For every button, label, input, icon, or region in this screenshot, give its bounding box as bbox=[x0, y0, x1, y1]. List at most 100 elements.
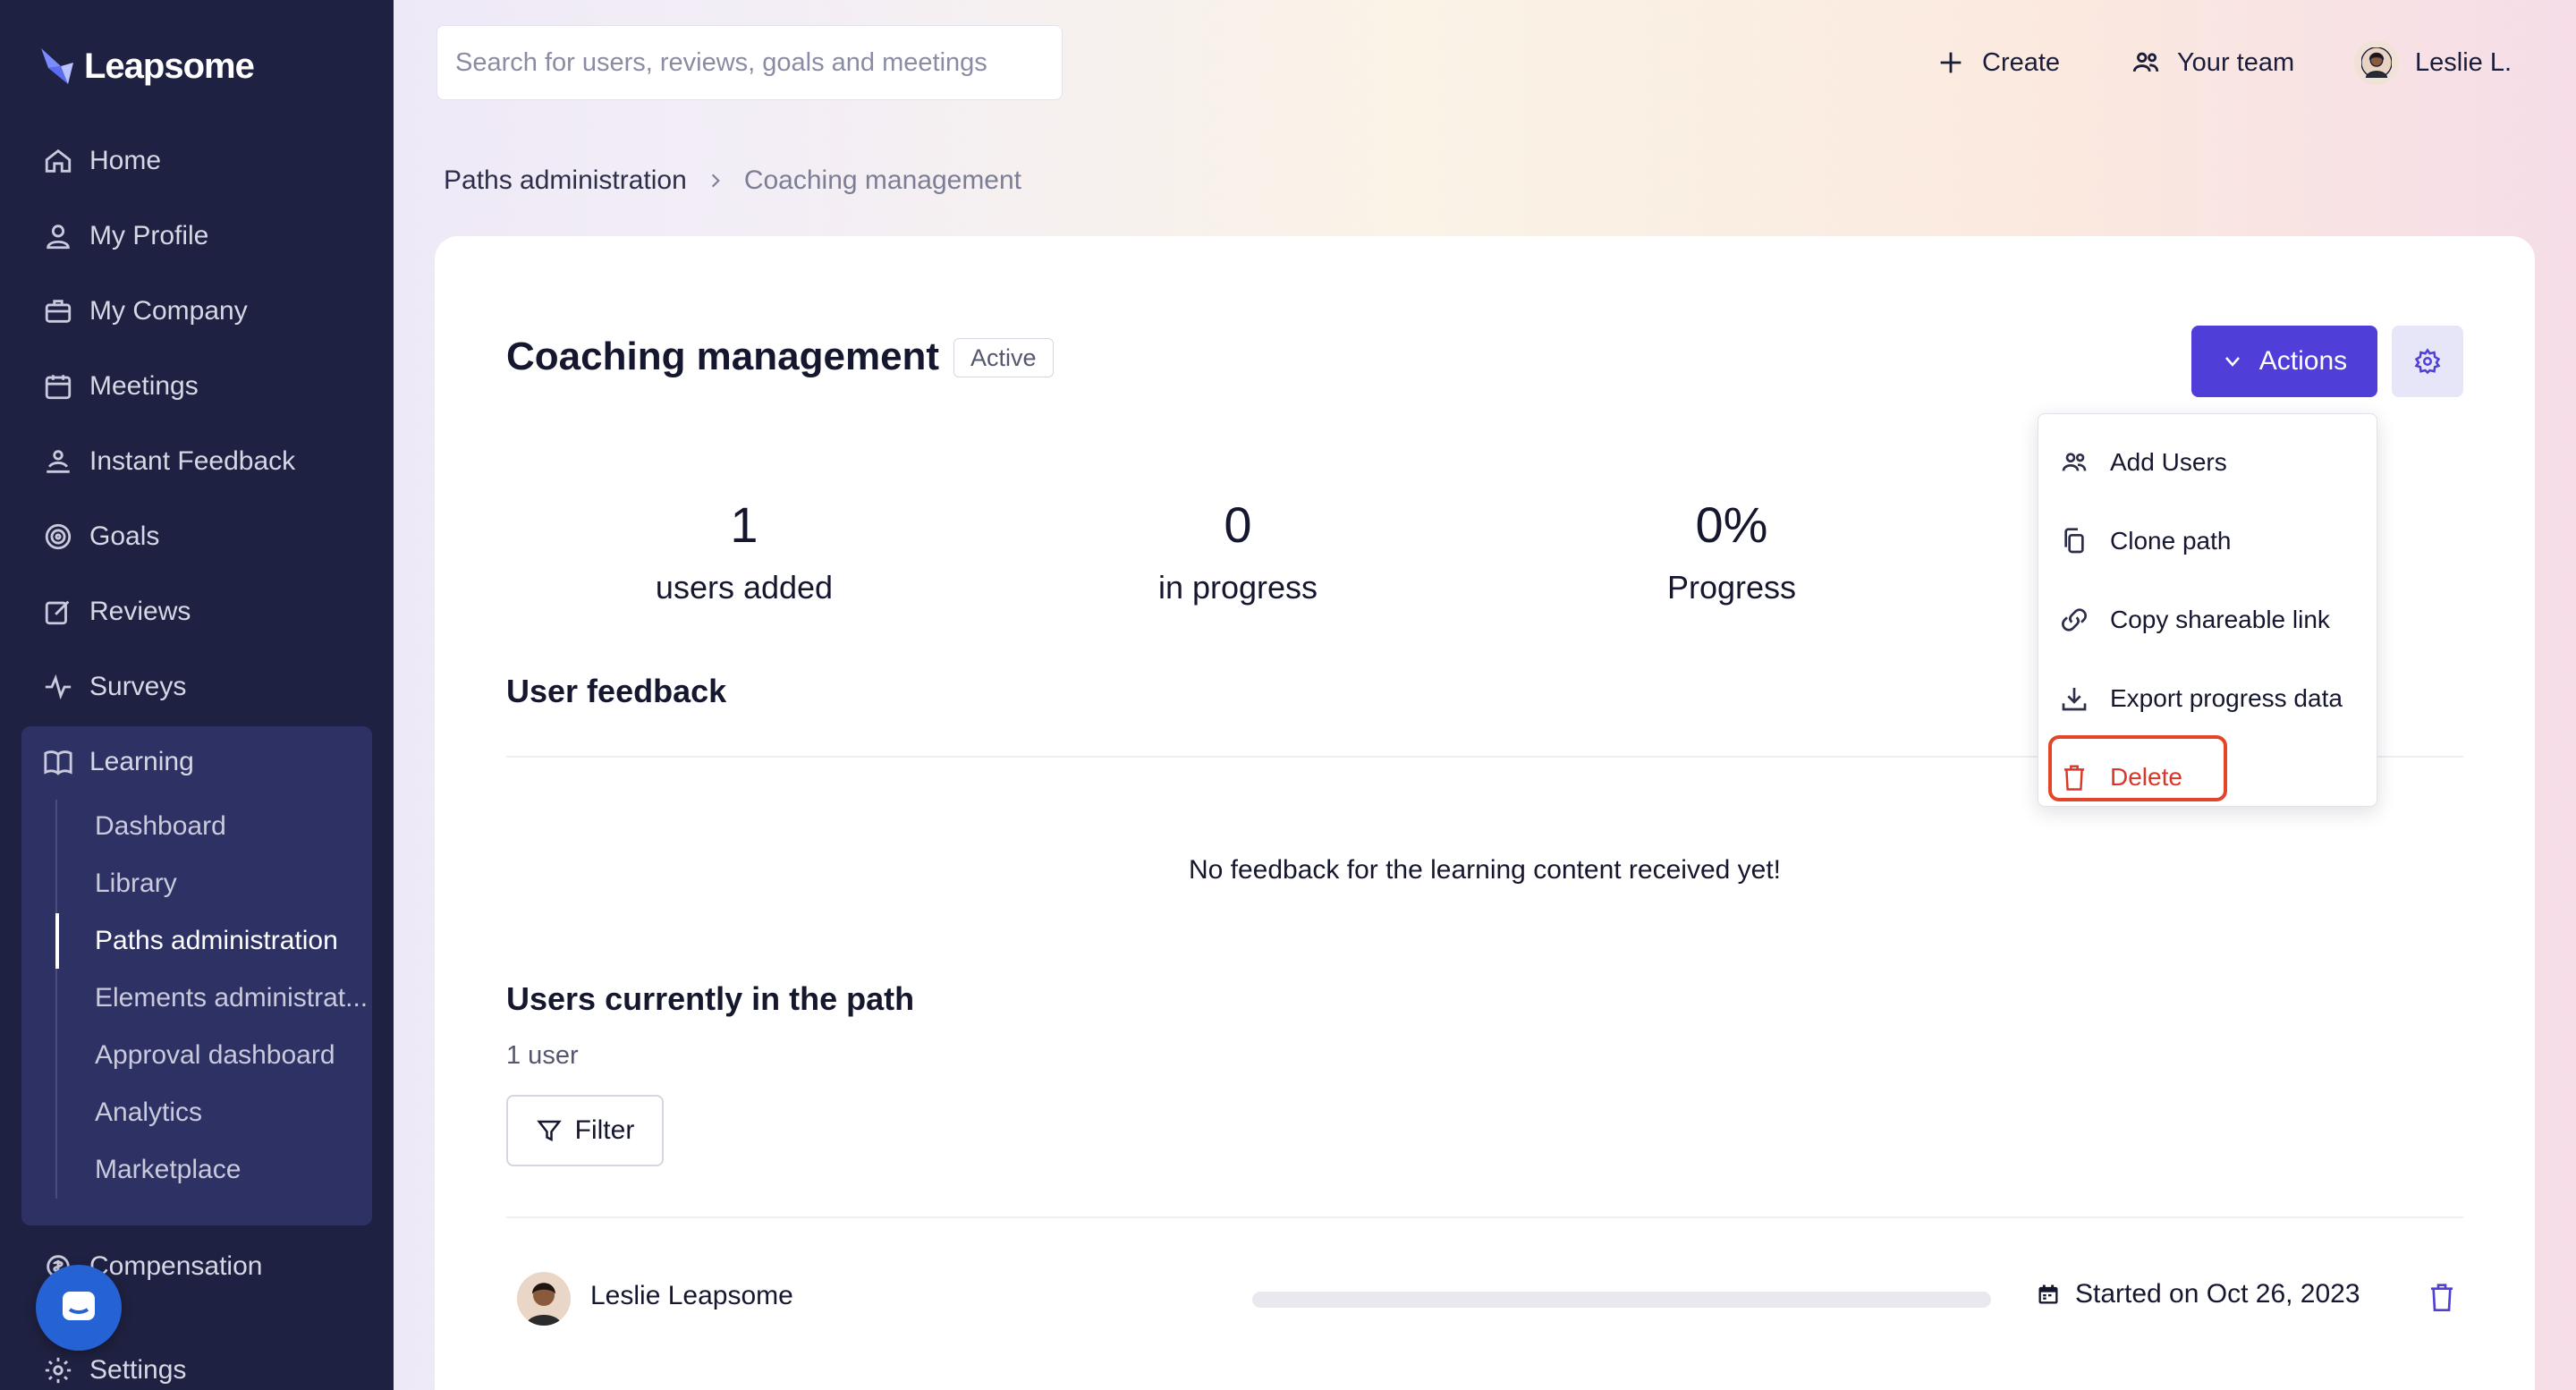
remove-user-button[interactable] bbox=[2428, 1281, 2456, 1313]
users-in-path-title: Users currently in the path bbox=[506, 980, 915, 1017]
filter-icon bbox=[536, 1120, 562, 1142]
menu-item-label: Clone path bbox=[2110, 527, 2232, 555]
your-team-button[interactable]: Your team bbox=[2131, 36, 2294, 89]
feedback-empty-message: No feedback for the learning content rec… bbox=[1188, 855, 1782, 885]
user-name[interactable]: Leslie Leapsome bbox=[590, 1281, 793, 1311]
calendar-icon bbox=[2038, 1284, 2058, 1304]
sidebar: Leapsome Home My Profile My Company Meet… bbox=[0, 0, 394, 1390]
sidebar-subitem-paths-administration[interactable]: Paths administration bbox=[95, 913, 372, 969]
sidebar-item-learning[interactable]: Learning bbox=[43, 735, 194, 789]
path-settings-button[interactable] bbox=[2392, 326, 2463, 397]
plus-icon bbox=[1940, 52, 1962, 73]
chevron-right-icon bbox=[711, 174, 720, 188]
team-icon bbox=[2132, 52, 2159, 72]
search-input[interactable] bbox=[436, 25, 1063, 100]
table-row[interactable]: Leslie Leapsome Started on Oct 26, 2023 bbox=[506, 1249, 2463, 1347]
chevron-down-icon bbox=[2224, 357, 2240, 367]
menu-item-label: Export progress data bbox=[2110, 684, 2343, 712]
sidebar-item-settings[interactable]: Settings bbox=[43, 1343, 186, 1390]
user-menu-button[interactable]: Leslie L. bbox=[2354, 36, 2512, 89]
book-icon bbox=[44, 750, 72, 776]
chat-icon bbox=[63, 1292, 95, 1320]
sidebar-item-meetings[interactable]: Meetings bbox=[43, 360, 199, 413]
breadcrumb-parent[interactable]: Paths administration bbox=[444, 165, 687, 196]
sidebar-item-home[interactable]: Home bbox=[43, 134, 161, 188]
trash-icon bbox=[2431, 1284, 2453, 1311]
stat-users-added: 1 users added bbox=[565, 494, 923, 606]
edit-icon bbox=[45, 600, 70, 625]
leapsome-logo[interactable]: Leapsome bbox=[38, 39, 255, 93]
submenu-line bbox=[55, 800, 57, 1199]
sidebar-item-label: My Profile bbox=[89, 221, 209, 250]
menu-item-copy-shareable-link[interactable]: Copy shareable link bbox=[2060, 593, 2330, 647]
sidebar-subitem-marketplace[interactable]: Marketplace bbox=[95, 1142, 372, 1198]
home-icon bbox=[45, 148, 72, 173]
target-icon bbox=[45, 523, 72, 550]
stat-in-progress: 0 in progress bbox=[1059, 494, 1417, 606]
progress-bar bbox=[1252, 1292, 1991, 1308]
filter-button[interactable]: Filter bbox=[506, 1095, 664, 1166]
filter-label: Filter bbox=[574, 1115, 635, 1145]
stat-progress: 0% Progress bbox=[1553, 494, 1911, 606]
sidebar-item-my-company[interactable]: My Company bbox=[43, 284, 248, 338]
sidebar-item-label: Home bbox=[89, 146, 162, 175]
sidebar-item-label: Instant Feedback bbox=[89, 446, 296, 476]
sidebar-item-label: Settings bbox=[89, 1355, 187, 1385]
sidebar-item-reviews[interactable]: Reviews bbox=[43, 585, 191, 639]
users-add-icon bbox=[2062, 453, 2087, 471]
brand-name: Leapsome bbox=[84, 46, 255, 86]
your-team-label: Your team bbox=[2177, 47, 2295, 77]
user-count: 1 user bbox=[506, 1041, 579, 1070]
page-title: Coaching management bbox=[506, 335, 940, 378]
sidebar-subitem-library[interactable]: Library bbox=[95, 856, 372, 911]
menu-item-label: Copy shareable link bbox=[2110, 606, 2330, 633]
actions-button[interactable]: Actions bbox=[2191, 326, 2377, 397]
avatar bbox=[2354, 40, 2399, 85]
chat-support-button[interactable] bbox=[36, 1265, 122, 1351]
create-button[interactable]: Create bbox=[1936, 36, 2060, 89]
status-badge: Active bbox=[953, 338, 1054, 377]
sidebar-item-label: Meetings bbox=[89, 371, 199, 401]
sidebar-item-my-profile[interactable]: My Profile bbox=[43, 209, 208, 263]
calendar-icon bbox=[45, 375, 72, 400]
breadcrumb: Paths administration Coaching management bbox=[444, 157, 1021, 204]
menu-item-add-users[interactable]: Add Users bbox=[2060, 436, 2227, 489]
pulse-icon bbox=[45, 674, 72, 700]
sidebar-subitem-analytics[interactable]: Analytics bbox=[95, 1085, 372, 1140]
download-icon bbox=[2062, 688, 2087, 711]
sidebar-item-label: Learning bbox=[89, 747, 194, 776]
breadcrumb-current: Coaching management bbox=[743, 165, 1022, 195]
sidebar-subitem-elements-administration[interactable]: Elements administrat... bbox=[95, 970, 372, 1026]
avatar bbox=[517, 1272, 571, 1326]
menu-item-label: Add Users bbox=[2110, 448, 2227, 476]
stat-label: users added bbox=[655, 569, 834, 606]
stat-label: Progress bbox=[1666, 569, 1797, 606]
briefcase-icon bbox=[45, 300, 72, 323]
sidebar-item-instant-feedback[interactable]: Instant Feedback bbox=[43, 435, 295, 488]
sidebar-item-label: Surveys bbox=[89, 672, 187, 701]
started-date: Started on Oct 26, 2023 bbox=[2036, 1279, 2360, 1309]
menu-item-export-progress-data[interactable]: Export progress data bbox=[2060, 672, 2343, 725]
stat-value: 0% bbox=[1695, 496, 1768, 553]
menu-item-clone-path[interactable]: Clone path bbox=[2060, 514, 2231, 568]
sidebar-subitem-approval-dashboard[interactable]: Approval dashboard bbox=[95, 1028, 372, 1083]
sidebar-item-goals[interactable]: Goals bbox=[43, 510, 159, 564]
user-name-label: Leslie L. bbox=[2415, 47, 2512, 77]
sidebar-item-label: Reviews bbox=[89, 597, 191, 626]
actions-label: Actions bbox=[2258, 346, 2348, 376]
leapsome-logo-icon bbox=[41, 48, 73, 84]
sidebar-subitem-dashboard[interactable]: Dashboard bbox=[95, 799, 372, 854]
stat-label: in progress bbox=[1157, 569, 1318, 606]
link-icon bbox=[2062, 608, 2087, 631]
copy-icon bbox=[2064, 528, 2084, 554]
create-label: Create bbox=[1982, 47, 2061, 77]
submenu-active-indicator bbox=[55, 913, 59, 969]
delete-highlight-annotation bbox=[2048, 735, 2227, 801]
sidebar-item-label: Goals bbox=[89, 521, 160, 551]
stat-value: 1 bbox=[730, 496, 758, 553]
sidebar-item-surveys[interactable]: Surveys bbox=[43, 660, 186, 714]
user-feedback-title: User feedback bbox=[506, 673, 727, 709]
gear-icon bbox=[45, 1357, 72, 1384]
stat-value: 0 bbox=[1224, 496, 1252, 553]
divider bbox=[506, 1216, 2463, 1218]
